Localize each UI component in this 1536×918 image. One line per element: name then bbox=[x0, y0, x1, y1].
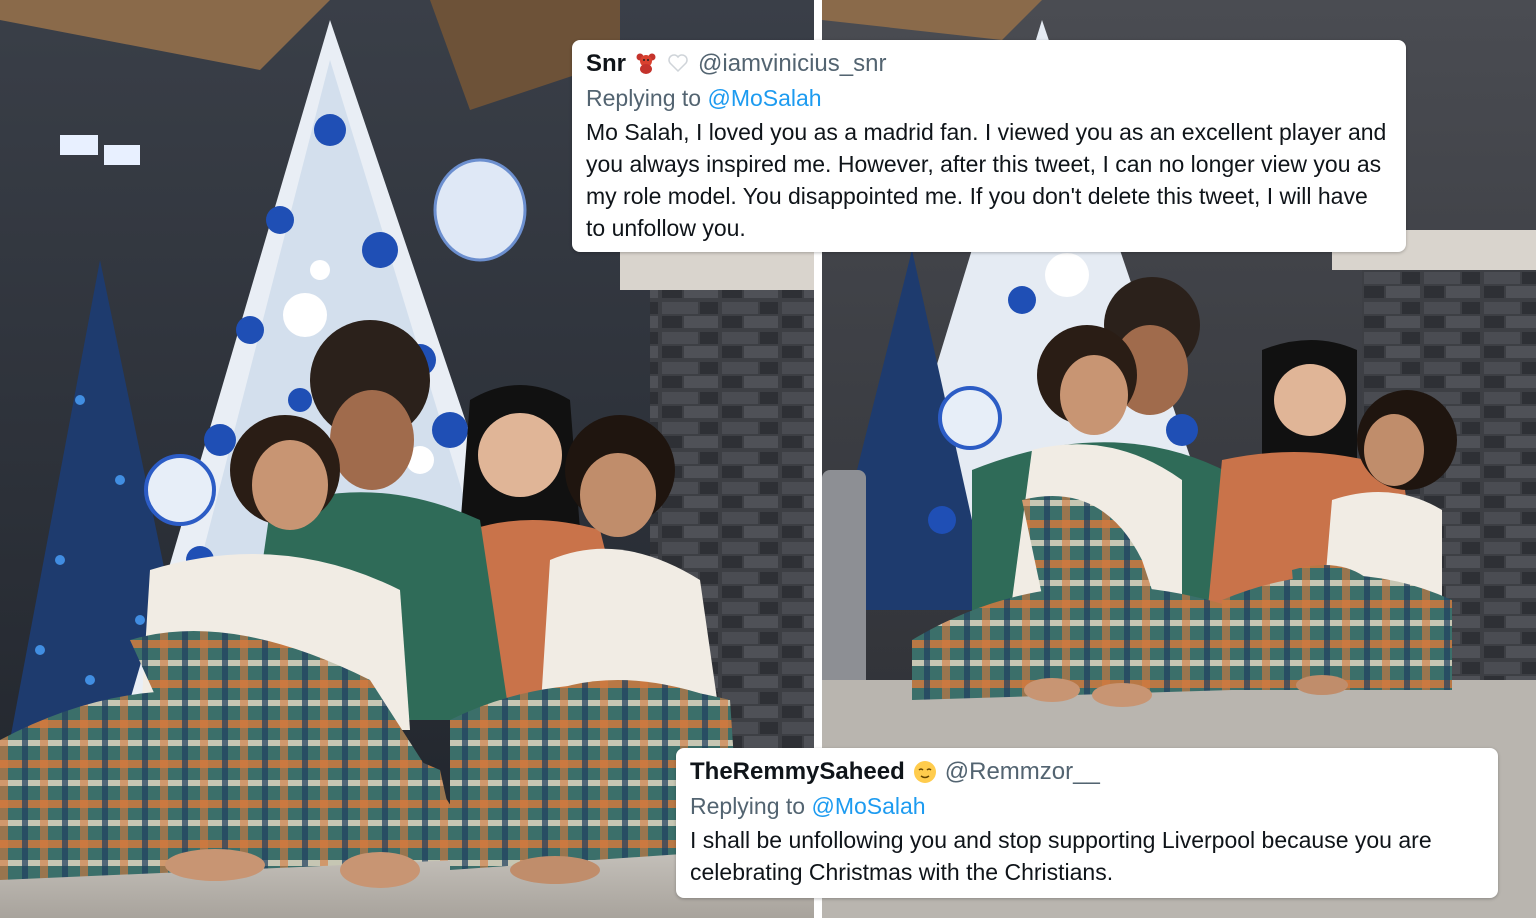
tweet-header: TheRemmySaheed @Remmzor__ bbox=[690, 758, 1484, 786]
tweet-display-name[interactable]: Snr bbox=[586, 50, 626, 78]
tweet-header: Snr @iamvinicius_snr bbox=[586, 50, 1392, 78]
tweet-handle[interactable]: @Remmzor__ bbox=[945, 758, 1100, 786]
mention-link[interactable]: @MoSalah bbox=[811, 793, 925, 819]
tweet-text: Mo Salah, I loved you as a madrid fan. I… bbox=[586, 119, 1387, 241]
tweet-replying-to: Replying to @MoSalah bbox=[690, 792, 1484, 820]
tweet-card-bottom: TheRemmySaheed @Remmzor__ Replying to @M… bbox=[676, 748, 1498, 898]
tweet-text: I shall be unfollowing you and stop supp… bbox=[690, 827, 1432, 885]
mention-link[interactable]: @MoSalah bbox=[707, 85, 821, 111]
tweet-card-top: Snr @iamvinicius_snr Replying to @MoSala… bbox=[572, 40, 1406, 252]
tweet-display-name[interactable]: TheRemmySaheed bbox=[690, 758, 905, 786]
tweet-replying-to: Replying to @MoSalah bbox=[586, 84, 1392, 112]
relieved-face-icon bbox=[913, 760, 937, 784]
tweet-handle[interactable]: @iamvinicius_snr bbox=[698, 50, 886, 78]
white-heart-icon bbox=[666, 52, 690, 76]
replying-prefix: Replying to bbox=[690, 793, 806, 819]
teddy-bear-icon bbox=[634, 52, 658, 76]
replying-prefix: Replying to bbox=[586, 85, 702, 111]
